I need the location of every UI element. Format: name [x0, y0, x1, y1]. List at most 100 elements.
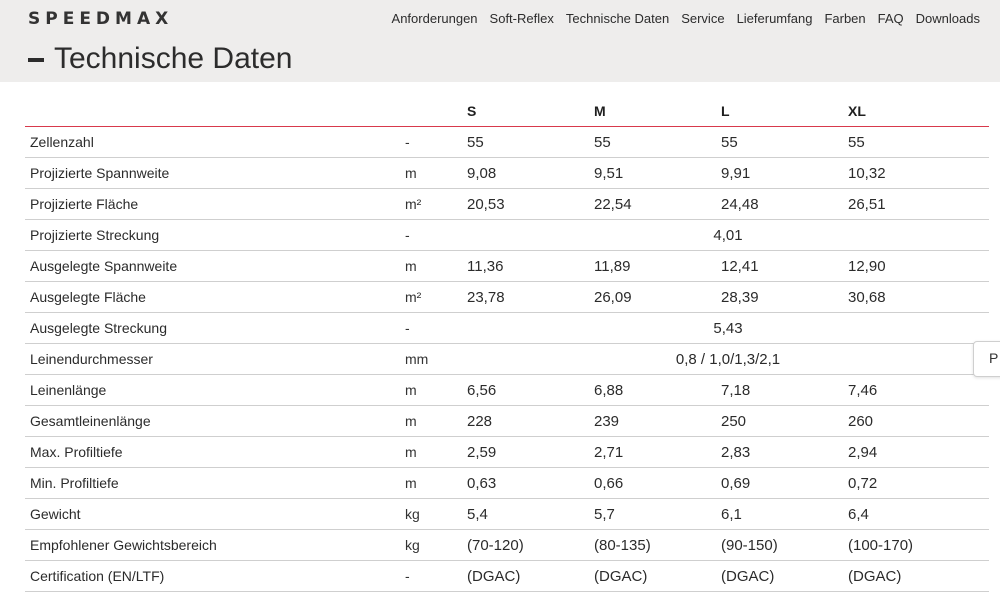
nav-link-farben[interactable]: Farben: [824, 11, 865, 26]
nav-link-downloads[interactable]: Downloads: [916, 11, 980, 26]
row-label: Gewicht: [30, 506, 81, 522]
row-unit: -: [405, 134, 410, 150]
table-row: Projizierte Streckung - 4,01: [25, 220, 989, 251]
row-value: 30,68: [848, 288, 886, 306]
row-value: 11,36: [467, 257, 504, 275]
row-value: 9,91: [721, 164, 751, 182]
row-label: Leinendurchmesser: [30, 351, 153, 367]
row-value: 9,51: [594, 164, 624, 182]
row-label: Zellenzahl: [30, 134, 94, 150]
row-value: 12,90: [848, 257, 886, 275]
row-value: 55: [721, 133, 738, 151]
side-feedback-tab[interactable]: P: [973, 341, 1000, 377]
row-value: 5,4: [467, 505, 488, 523]
nav-link-anforderungen[interactable]: Anforderungen: [392, 11, 478, 26]
header-label-empty: [25, 92, 400, 127]
table-row: Min. Profiltiefe m 0,63 0,66 0,69 0,72: [25, 468, 989, 499]
side-tab-label: P: [989, 350, 999, 366]
table-row: Ausgelegte Fläche m² 23,78 26,09 28,39 30,68: [25, 282, 989, 313]
row-value: 228: [467, 412, 493, 430]
size-header-m: M: [594, 103, 606, 119]
nav-link-lieferumfang[interactable]: Lieferumfang: [737, 11, 813, 26]
row-label: Ausgelegte Streckung: [30, 320, 167, 336]
row-value: 11,89: [594, 257, 631, 275]
top-navigation-bar: SPEEDMAX Anforderungen Soft-Reflex Techn…: [0, 0, 1000, 36]
row-value: 239: [594, 412, 620, 430]
table-row: Leinenlänge m 6,56 6,88 7,18 7,46: [25, 375, 989, 406]
row-value: 2,94: [848, 443, 878, 461]
nav-link-faq[interactable]: FAQ: [878, 11, 904, 26]
nav-link-technische-daten[interactable]: Technische Daten: [566, 11, 669, 26]
row-unit: m: [405, 382, 417, 398]
collapse-minus-icon[interactable]: [28, 58, 44, 62]
row-value: 6,56: [467, 381, 497, 399]
row-unit: -: [405, 568, 410, 584]
page-title-text: Technische Daten: [54, 42, 293, 75]
table-row: Projizierte Fläche m² 20,53 22,54 24,48 26,51: [25, 189, 989, 220]
row-value: 20,53: [467, 195, 505, 213]
table-row: Zellenzahl - 55 55 55 55: [25, 127, 989, 158]
table-row: Ausgelegte Spannweite m 11,36 11,89 12,41 12,…: [25, 251, 989, 282]
row-label: Projizierte Streckung: [30, 227, 160, 243]
row-value: 10,32: [848, 164, 886, 182]
row-unit: kg: [405, 537, 420, 553]
row-value: 2,59: [467, 443, 497, 461]
row-value: (80-135): [594, 536, 651, 554]
row-value: 0,72: [848, 474, 878, 492]
row-value: 5,7: [594, 505, 615, 523]
row-value: 23,78: [467, 288, 505, 306]
row-value: 28,39: [721, 288, 759, 306]
row-value: (100-170): [848, 536, 914, 554]
table-row: Gesamtleinenlänge m 228 239 250 260: [25, 406, 989, 437]
row-value: (DGAC): [848, 567, 902, 585]
row-value: 250: [721, 412, 747, 430]
speedmax-logo[interactable]: SPEEDMAX: [28, 9, 173, 29]
row-unit: mm: [405, 351, 429, 367]
row-value: 12,41: [721, 257, 759, 275]
row-unit: m: [405, 258, 417, 274]
nav-link-soft-reflex[interactable]: Soft-Reflex: [490, 11, 554, 26]
row-value: 9,08: [467, 164, 497, 182]
row-label: Projizierte Spannweite: [30, 165, 170, 181]
row-label: Ausgelegte Fläche: [30, 289, 146, 305]
row-value: 0,69: [721, 474, 751, 492]
row-value: 7,46: [848, 381, 878, 399]
row-value: 26,51: [848, 195, 886, 213]
row-merged-value: 0,8 / 1,0/1,3/2,1: [675, 350, 781, 368]
size-header-l: L: [721, 103, 730, 119]
row-value: 24,48: [721, 195, 759, 213]
row-value: (DGAC): [721, 567, 775, 585]
row-value: 2,71: [594, 443, 624, 461]
main-nav: Anforderungen Soft-Reflex Technische Dat…: [380, 11, 980, 26]
row-label: Ausgelegte Spannweite: [30, 258, 178, 274]
row-value: 55: [467, 133, 484, 151]
table-row: Empfohlener Gewichtsbereich kg (70-120) (80…: [25, 530, 989, 561]
row-unit: m: [405, 165, 417, 181]
row-merged-value: 5,43: [713, 319, 743, 337]
row-value: 0,63: [467, 474, 497, 492]
row-unit: kg: [405, 506, 420, 522]
row-unit: m²: [405, 289, 422, 305]
table-row: Certification (EN/LTF) - (DGAC) (DGAC) (DGAC…: [25, 561, 989, 592]
row-value: 7,18: [721, 381, 751, 399]
row-label: Max. Profiltiefe: [30, 444, 123, 460]
row-value: 260: [848, 412, 874, 430]
nav-link-service[interactable]: Service: [681, 11, 724, 26]
row-label: Empfohlener Gewichtsbereich: [30, 537, 217, 553]
size-header-xl: XL: [848, 103, 866, 119]
table-row: Gewicht kg 5,4 5,7 6,1 6,4: [25, 499, 989, 530]
row-value: (DGAC): [594, 567, 648, 585]
row-label: Min. Profiltiefe: [30, 475, 119, 491]
row-unit: m: [405, 475, 417, 491]
table-header-row: S M L XL: [25, 92, 989, 127]
row-value: (70-120): [467, 536, 524, 554]
row-value: 55: [594, 133, 611, 151]
row-value: 2,83: [721, 443, 751, 461]
page-title[interactable]: Technische Daten: [28, 42, 292, 76]
row-unit: m: [405, 444, 417, 460]
table-row: Leinendurchmesser mm 0,8 / 1,0/1,3/2,1: [25, 344, 989, 375]
row-value: 0,66: [594, 474, 624, 492]
row-value: 22,54: [594, 195, 632, 213]
specs-table: S M L XL Zellenzahl - 55 55 55 55 Projizierte …: [25, 92, 989, 592]
row-value: 6,88: [594, 381, 624, 399]
